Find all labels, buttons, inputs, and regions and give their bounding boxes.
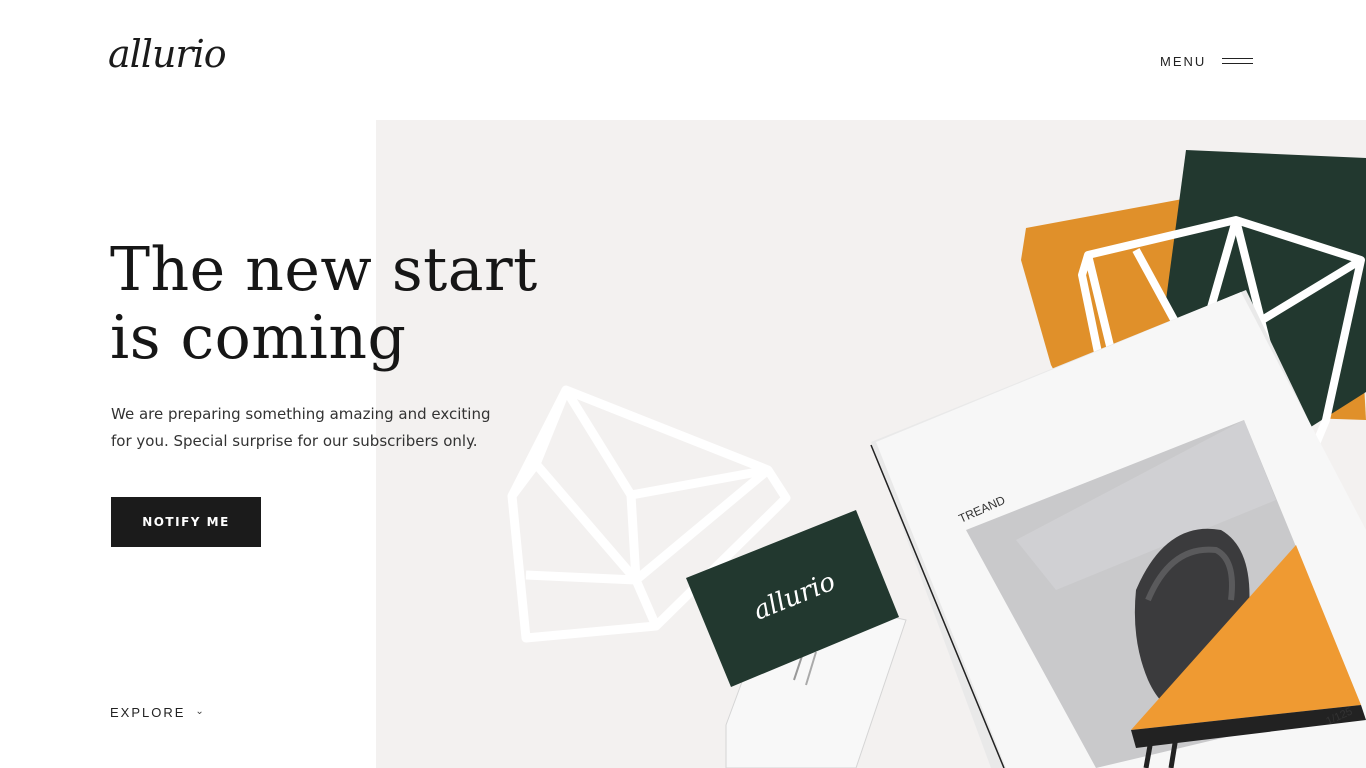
- stationery-mockup-illustration: TREAND 1/125 allurio: [507, 150, 1366, 768]
- hero-title-line1: The new start: [110, 235, 538, 305]
- chevron-down-icon: ⌄: [195, 706, 206, 717]
- menu-label: MENU: [1160, 53, 1207, 69]
- explore-label: EXPLORE: [110, 705, 186, 720]
- business-cards: allurio: [686, 510, 907, 768]
- notify-me-button[interactable]: NOTIFY ME: [111, 497, 261, 547]
- brand-logo[interactable]: allurio: [108, 32, 227, 76]
- hero-title-line2: is coming: [110, 303, 407, 373]
- explore-link[interactable]: EXPLORE ⌄: [110, 705, 206, 720]
- hero-description-line2: for you. Special surprise for our subscr…: [111, 432, 478, 450]
- menu-button[interactable]: MENU: [1160, 52, 1254, 70]
- hero-image: TREAND 1/125 allurio: [376, 120, 1366, 768]
- hero-description-line1: We are preparing something amazing and e…: [111, 405, 491, 423]
- hero-title: The new start is coming: [110, 236, 540, 372]
- hero-description: We are preparing something amazing and e…: [111, 401, 511, 455]
- hamburger-icon: [1222, 57, 1254, 65]
